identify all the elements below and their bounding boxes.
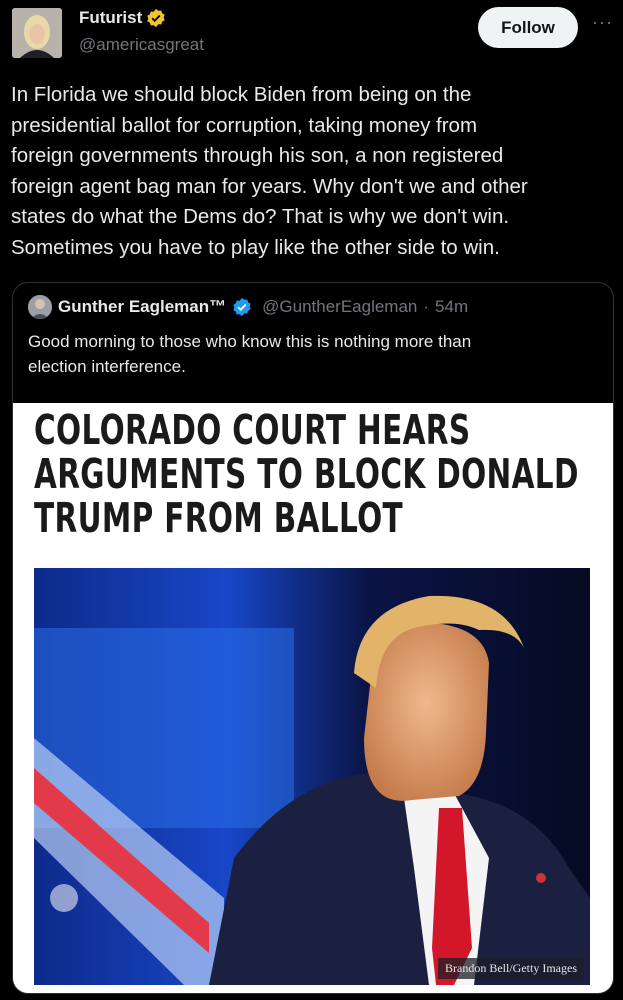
media-headline: COLORADO COURT HEARS ARGUMENTS TO BLOCK … bbox=[34, 406, 579, 542]
follow-button[interactable]: Follow bbox=[478, 7, 578, 48]
photo-illustration bbox=[34, 568, 590, 985]
post-text-line: states do what the Dems do? That is why … bbox=[11, 205, 510, 229]
quoted-text-line: election interference. bbox=[28, 357, 186, 376]
quoted-text-line: Good morning to those who know this is n… bbox=[28, 332, 472, 351]
headline-line: COLORADO COURT HEARS bbox=[34, 406, 471, 454]
gold-verified-badge-icon bbox=[147, 8, 165, 28]
post-text: In Florida we should block Biden from be… bbox=[11, 80, 611, 264]
quoted-author-avatar[interactable] bbox=[28, 295, 52, 319]
quoted-post[interactable]: Gunther Eagleman™ @GuntherEagleman · 54m… bbox=[12, 282, 614, 994]
post-text-line: foreign governments through his son, a n… bbox=[11, 144, 504, 168]
quoted-timestamp[interactable]: 54m bbox=[435, 297, 468, 317]
headline-line: TRUMP FROM BALLOT bbox=[34, 494, 404, 542]
author-handle[interactable]: @americasgreat bbox=[79, 35, 204, 55]
more-options-icon[interactable]: ··· bbox=[592, 12, 613, 33]
post-text-line: foreign agent bag man for years. Why don… bbox=[11, 174, 528, 198]
headline-line: ARGUMENTS TO BLOCK DONALD bbox=[34, 450, 579, 498]
quoted-post-header: Gunther Eagleman™ @GuntherEagleman · 54m bbox=[28, 295, 468, 319]
avatar-image bbox=[12, 8, 62, 58]
quoted-avatar-image bbox=[28, 295, 52, 319]
author-avatar[interactable] bbox=[12, 8, 62, 58]
post-text-line: Sometimes you have to play like the othe… bbox=[11, 235, 500, 259]
quoted-text: Good morning to those who know this is n… bbox=[28, 329, 588, 379]
photo-credit: Brandon Bell/Getty Images bbox=[438, 958, 584, 979]
blue-verified-badge-icon bbox=[233, 297, 251, 317]
media-photo: Brandon Bell/Getty Images bbox=[34, 568, 590, 985]
quoted-author-handle[interactable]: @GuntherEagleman bbox=[262, 297, 417, 317]
post-text-line: presidential ballot for corruption, taki… bbox=[11, 113, 478, 137]
author-name[interactable]: Futurist bbox=[79, 8, 142, 28]
author-name-row: Futurist bbox=[79, 8, 166, 28]
quoted-author-name[interactable]: Gunther Eagleman™ bbox=[58, 297, 226, 317]
dot-separator: · bbox=[423, 297, 430, 316]
quoted-media-image[interactable]: COLORADO COURT HEARS ARGUMENTS TO BLOCK … bbox=[13, 403, 613, 993]
post-text-line: In Florida we should block Biden from be… bbox=[11, 83, 472, 106]
